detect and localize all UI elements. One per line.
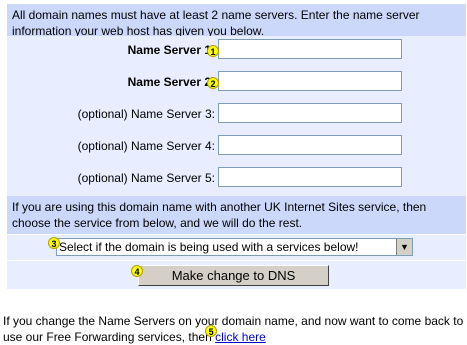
name-server-3-row: (optional) Name Server 3: bbox=[7, 103, 466, 125]
name-server-3-input[interactable] bbox=[218, 103, 402, 123]
name-server-2-row: Name Server 2: bbox=[7, 71, 466, 93]
name-server-2-input[interactable] bbox=[218, 71, 402, 91]
name-server-4-input[interactable] bbox=[218, 135, 402, 155]
name-server-1-input[interactable] bbox=[218, 39, 402, 59]
name-server-fields: Name Server 1: Name Server 2: (optional)… bbox=[7, 36, 466, 196]
footer-text: If you change the Name Servers on your d… bbox=[3, 313, 465, 345]
callout-badge-1: 1 bbox=[207, 45, 219, 57]
submit-row: Make change to DNS bbox=[7, 260, 466, 289]
callout-badge-2: 2 bbox=[207, 77, 219, 89]
name-server-5-label: (optional) Name Server 5: bbox=[77, 171, 215, 185]
dropdown-arrow-icon[interactable]: ▼ bbox=[396, 239, 412, 255]
name-server-1-row: Name Server 1: bbox=[7, 39, 466, 61]
service-select[interactable]: Select if the domain is being used with … bbox=[56, 238, 413, 256]
intro-text: All domain names must have at least 2 na… bbox=[7, 4, 466, 38]
service-select-value: Select if the domain is being used with … bbox=[59, 240, 359, 254]
callout-badge-5: 5 bbox=[205, 325, 218, 337]
service-info-text: If you are using this domain name with a… bbox=[7, 196, 466, 234]
callout-badge-4: 4 bbox=[131, 265, 143, 277]
click-here-link[interactable]: click here bbox=[215, 330, 266, 344]
dns-form-panel: All domain names must have at least 2 na… bbox=[6, 3, 467, 290]
service-select-row: Select if the domain is being used with … bbox=[7, 234, 466, 260]
name-server-2-label: Name Server 2: bbox=[127, 75, 215, 89]
name-server-4-label: (optional) Name Server 4: bbox=[77, 139, 215, 153]
make-change-to-dns-button[interactable]: Make change to DNS bbox=[138, 265, 329, 286]
name-server-5-input[interactable] bbox=[218, 167, 402, 187]
name-server-4-row: (optional) Name Server 4: bbox=[7, 135, 466, 157]
name-server-3-label: (optional) Name Server 3: bbox=[77, 107, 215, 121]
name-server-5-row: (optional) Name Server 5: bbox=[7, 167, 466, 189]
name-server-1-label: Name Server 1: bbox=[127, 43, 215, 57]
callout-badge-3: 3 bbox=[48, 237, 60, 249]
